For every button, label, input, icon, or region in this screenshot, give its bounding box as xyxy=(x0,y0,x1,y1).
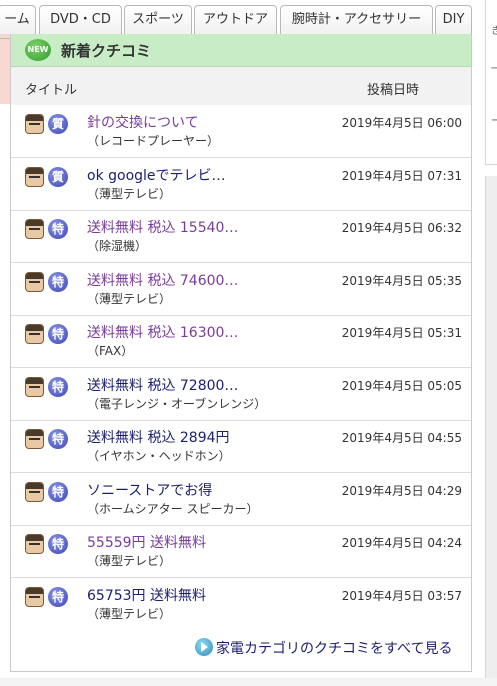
tab-diy[interactable]: DIY xyxy=(435,5,472,34)
column-title-label: タイトル xyxy=(25,83,78,98)
review-row: 特ソニーストアでお得 （ホームシアター スピーカー） 2019年4月5日 04:29 xyxy=(11,473,471,526)
review-date: 2019年4月5日 03:57 xyxy=(341,588,462,603)
review-row: 特送料無料 税込 74600… （薄型テレビ） 2019年4月5日 05:35 xyxy=(11,263,471,316)
review-date: 2019年4月5日 05:35 xyxy=(341,273,462,288)
question-badge-icon: 質 xyxy=(48,166,68,187)
user-avatar-icon xyxy=(25,586,44,607)
review-category: （レコードプレーヤー） xyxy=(87,134,220,148)
review-category: （除湿機） xyxy=(87,239,148,253)
special-badge-icon: 特 xyxy=(48,586,68,607)
special-badge-icon: 特 xyxy=(48,376,68,397)
user-avatar-icon xyxy=(25,376,44,397)
review-row: 特 65753円 送料無料 （薄型テレビ） 2019年4月5日 03:57 xyxy=(11,578,471,631)
special-badge-icon: 特 xyxy=(48,481,68,502)
review-title-link[interactable]: 送料無料 税込 72800… xyxy=(87,375,238,395)
review-category: （FAX） xyxy=(87,344,134,358)
special-badge-icon: 特 xyxy=(48,324,68,344)
review-date: 2019年4月5日 04:24 xyxy=(341,536,462,550)
review-row: 特送料無料 税込 16300… （FAX） 2019年4月5日 05:31 xyxy=(11,315,471,368)
column-header: タイトル 投稿日時 xyxy=(11,67,471,105)
new-badge-icon: NEW xyxy=(25,39,51,61)
user-avatar-icon xyxy=(25,481,44,502)
review-category: （ホームシアター スピーカー） xyxy=(87,501,259,516)
review-row: 特 55559円 送料無料 （薄型テレビ） 2019年4月5日 04:24 xyxy=(11,525,471,578)
tab-dvd-cd[interactable]: DVD・CD xyxy=(39,5,122,34)
review-category: （薄型テレビ） xyxy=(87,186,172,201)
review-category: （薄型テレビ） xyxy=(87,554,172,568)
review-category: （薄型テレビ） xyxy=(87,606,172,621)
side-panel-fragment xyxy=(485,176,497,686)
tab-watch-accessory[interactable]: 腕時計・アクセサリー xyxy=(280,5,433,34)
review-title-link[interactable]: 針の交換について xyxy=(87,112,199,132)
review-row: 質針の交換について （レコードプレーヤー） 2019年4月5日 06:00 xyxy=(11,105,471,158)
left-accent-stripe xyxy=(0,34,10,104)
review-title-link[interactable]: 65753円 送料無料 xyxy=(87,585,206,605)
review-category: （薄型テレビ） xyxy=(87,291,172,306)
review-title-link[interactable]: ソニーストアでお得 xyxy=(87,480,212,500)
tab-sports[interactable]: スポーツ xyxy=(124,5,192,34)
special-badge-icon: 特 xyxy=(48,534,68,554)
review-title-link[interactable]: 送料無料 税込 16300… xyxy=(87,322,238,342)
review-title-link[interactable]: ok googleでテレビ… xyxy=(87,165,226,185)
question-badge-icon: 質 xyxy=(48,114,68,134)
side-text-2: 一 xyxy=(491,64,497,75)
tab-game[interactable]: ーム xyxy=(0,5,36,34)
column-date-label: 投稿日時 xyxy=(367,83,420,98)
user-avatar-icon xyxy=(25,534,44,554)
see-all-reviews-label: 家電カテゴリのクチコミをすべて見る xyxy=(216,641,453,657)
special-badge-icon: 特 xyxy=(48,219,68,239)
review-row: 特送料無料 税込 15540… （除湿機） 2019年4月5日 06:32 xyxy=(11,210,471,263)
review-category: （電子レンジ・オーブンレンジ） xyxy=(87,396,267,411)
special-badge-icon: 特 xyxy=(48,271,68,292)
tab-outdoor[interactable]: アウトドア xyxy=(194,5,277,34)
review-title-link[interactable]: 送料無料 税込 15540… xyxy=(87,217,238,237)
review-title-link[interactable]: 送料無料 税込 74600… xyxy=(87,270,238,290)
review-date: 2019年4月5日 06:00 xyxy=(341,116,462,130)
review-row: 特送料無料 税込 2894円 （イヤホン・ヘッドホン） 2019年4月5日 04:5… xyxy=(11,420,471,473)
review-row: 特送料無料 税込 72800… （電子レンジ・オーブンレンジ） 2019年4月5日 … xyxy=(11,368,471,421)
category-tabs: ーム DVD・CD スポーツ アウトドア 腕時計・アクセサリー DIY xyxy=(0,5,472,39)
user-avatar-icon xyxy=(25,324,44,344)
review-title-link[interactable]: 55559円 送料無料 xyxy=(87,532,206,552)
review-row: 質 ok googleでテレビ… （薄型テレビ） 2019年4月5日 07:31 xyxy=(11,158,471,211)
panel-title: 新着クチコミ xyxy=(61,42,152,60)
arrow-right-circle-icon xyxy=(195,638,213,656)
side-text-1: き xyxy=(491,26,497,37)
review-date: 2019年4月5日 04:29 xyxy=(341,483,462,498)
review-date: 2019年4月5日 07:31 xyxy=(341,168,462,183)
new-reviews-panel: NEW 新着クチコミ タイトル 投稿日時 質針の交換について （レコードプレーヤー… xyxy=(10,34,472,672)
user-avatar-icon xyxy=(25,429,44,449)
review-category: （イヤホン・ヘッドホン） xyxy=(87,449,231,463)
user-avatar-icon xyxy=(25,114,44,134)
bottom-bar xyxy=(0,678,497,686)
panel-header: NEW 新着クチコミ xyxy=(11,34,471,67)
side-text-3: ー xyxy=(491,116,497,127)
user-avatar-icon xyxy=(25,166,44,187)
review-date: 2019年4月5日 04:55 xyxy=(341,431,462,445)
user-avatar-icon xyxy=(25,271,44,292)
review-title-link[interactable]: 送料無料 税込 2894円 xyxy=(87,427,230,447)
special-badge-icon: 特 xyxy=(48,429,68,449)
review-date: 2019年4月5日 05:05 xyxy=(341,378,462,393)
review-date: 2019年4月5日 06:32 xyxy=(341,221,462,235)
user-avatar-icon xyxy=(25,219,44,239)
review-date: 2019年4月5日 05:31 xyxy=(341,326,462,340)
